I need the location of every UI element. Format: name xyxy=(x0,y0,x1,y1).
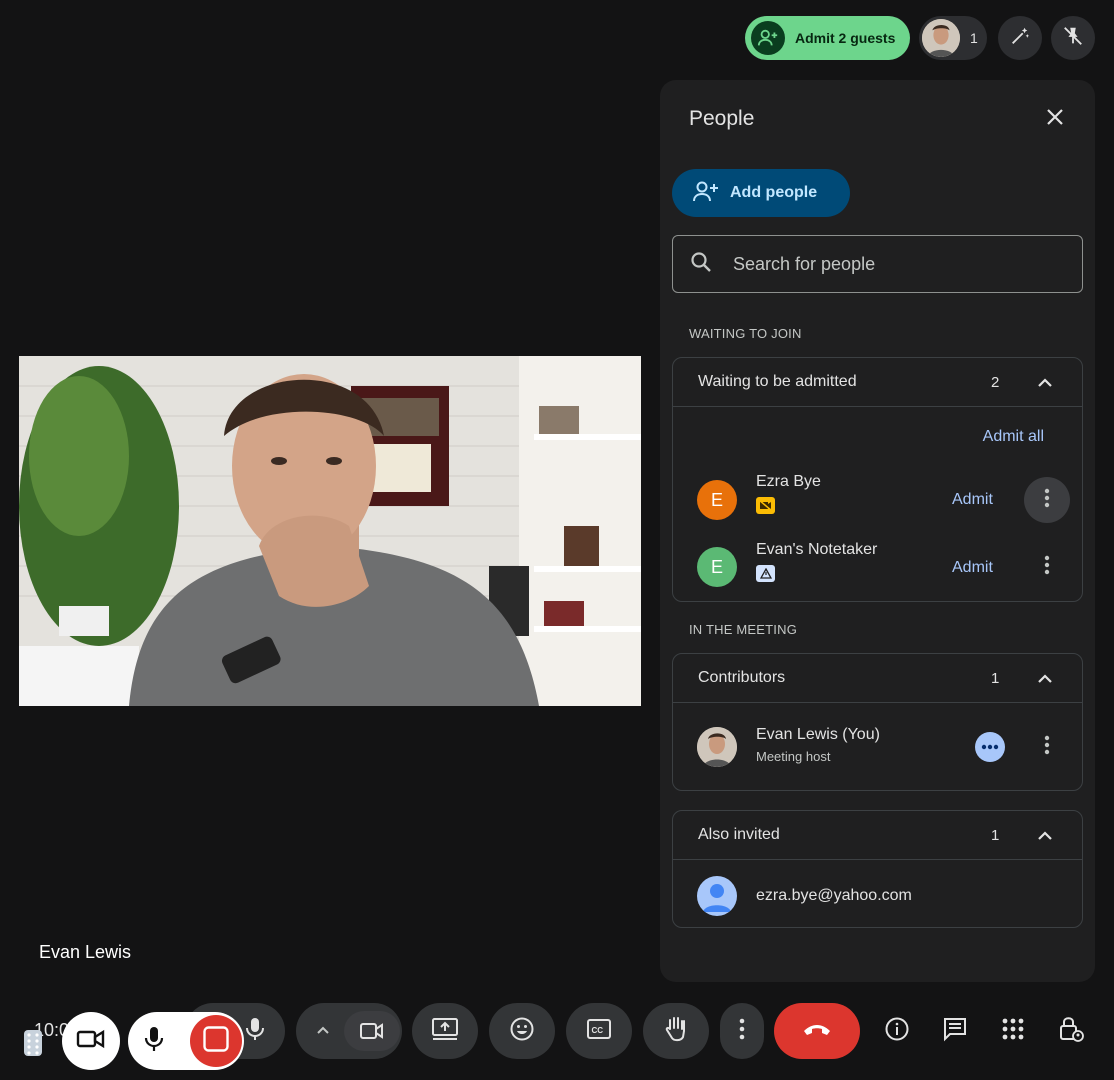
raise-hand-icon xyxy=(664,1015,688,1048)
chat-button[interactable] xyxy=(932,1008,978,1054)
invited-card: Also invited 1 ezra.bye@yahoo.com xyxy=(672,810,1083,928)
invited-card-title: Also invited xyxy=(698,826,780,843)
more-options-icon xyxy=(739,1018,745,1045)
waiting-count: 2 xyxy=(991,373,1000,391)
list-item: Evan Lewis (You) Meeting host xyxy=(673,718,1082,778)
more-options-button[interactable] xyxy=(720,1003,764,1059)
drag-handle-icon[interactable] xyxy=(24,1030,42,1056)
avatar: E xyxy=(697,480,737,520)
recorder-camera-button[interactable] xyxy=(62,1012,120,1070)
participant-count: 1 xyxy=(970,30,978,46)
guest-name: Evan's Notetaker xyxy=(756,541,878,558)
more-horiz-icon[interactable] xyxy=(975,732,1005,762)
avatar xyxy=(922,19,960,57)
guest-name: Ezra Bye xyxy=(756,473,821,490)
search-placeholder: Search for people xyxy=(733,253,876,274)
emoji-icon xyxy=(509,1016,535,1047)
waiting-section-label: WAITING TO JOIN xyxy=(689,326,802,341)
add-people-label: Add people xyxy=(730,184,818,201)
add-people-button[interactable]: Add people xyxy=(672,169,850,217)
avatar xyxy=(697,876,737,916)
avatar: E xyxy=(697,547,737,587)
invited-count: 1 xyxy=(991,826,1000,844)
person-add-icon xyxy=(751,21,785,55)
chevron-up-icon[interactable] xyxy=(1035,373,1055,398)
host-controls-icon xyxy=(1058,1015,1084,1048)
end-call-button[interactable] xyxy=(774,1003,860,1059)
invited-card-header[interactable]: Also invited 1 xyxy=(673,811,1082,860)
emoji-button[interactable] xyxy=(489,1003,555,1059)
people-panel: People Add people Search for people WAIT… xyxy=(660,80,1095,982)
list-item: E Evan's Notetaker Admit xyxy=(673,538,1082,598)
raise-hand-button[interactable] xyxy=(643,1003,709,1059)
edit-sparkle-button[interactable] xyxy=(998,16,1042,60)
meeting-section-label: IN THE MEETING xyxy=(689,622,798,637)
close-panel-button[interactable] xyxy=(1040,104,1070,134)
pin-off-button[interactable] xyxy=(1051,16,1095,60)
admit-button[interactable]: Admit xyxy=(952,491,993,509)
list-item: ezra.bye@yahoo.com xyxy=(673,868,1082,928)
camera-control xyxy=(296,1003,402,1059)
contributors-card-header[interactable]: Contributors 1 xyxy=(673,654,1082,703)
present-screen-icon xyxy=(431,1017,459,1046)
info-icon xyxy=(884,1016,910,1047)
list-item: E Ezra Bye Admit xyxy=(673,470,1082,530)
chat-icon xyxy=(942,1016,968,1047)
contributors-count: 1 xyxy=(991,669,1000,687)
camera-icon[interactable] xyxy=(344,1011,400,1051)
chevron-up-icon[interactable] xyxy=(1035,669,1055,694)
admit-all-button[interactable]: Admit all xyxy=(983,428,1044,446)
waiting-card-title: Waiting to be admitted xyxy=(698,373,857,390)
end-call-icon xyxy=(802,1022,832,1041)
contributors-card-title: Contributors xyxy=(698,669,786,686)
waiting-card-header[interactable]: Waiting to be admitted 2 xyxy=(673,358,1082,407)
panel-title: People xyxy=(689,107,755,130)
admit-guests-button[interactable]: Admit 2 guests xyxy=(745,16,910,60)
more-vert-icon xyxy=(1044,488,1050,513)
more-options-button[interactable] xyxy=(1024,477,1070,523)
warning-icon xyxy=(756,565,775,582)
search-icon xyxy=(689,250,713,279)
admit-button[interactable]: Admit xyxy=(952,559,993,577)
stop-icon xyxy=(203,1025,229,1057)
captions-icon: CC xyxy=(587,1018,611,1044)
chevron-up-icon[interactable] xyxy=(1035,826,1055,851)
svg-text:CC: CC xyxy=(592,1026,604,1035)
activities-icon xyxy=(1002,1018,1024,1045)
close-icon xyxy=(1045,107,1065,132)
more-vert-icon xyxy=(1044,735,1050,760)
participant-video xyxy=(19,356,641,706)
more-options-button[interactable] xyxy=(1024,724,1070,770)
camera-off-icon xyxy=(756,497,775,514)
host-controls-button[interactable] xyxy=(1048,1008,1094,1054)
more-vert-icon xyxy=(1044,555,1050,580)
admit-guests-label: Admit 2 guests xyxy=(795,30,896,46)
activities-button[interactable] xyxy=(990,1008,1036,1054)
member-name: Evan Lewis (You) xyxy=(756,726,880,743)
avatar xyxy=(697,727,737,767)
stop-recording-button[interactable] xyxy=(190,1015,242,1067)
participants-button[interactable]: 1 xyxy=(919,16,987,60)
person-add-icon xyxy=(692,180,730,207)
member-role: Meeting host xyxy=(756,749,831,764)
video-tile xyxy=(19,356,641,706)
more-options-button[interactable] xyxy=(1024,544,1070,590)
pin-off-icon xyxy=(1062,25,1084,52)
edit-sparkle-icon xyxy=(1009,25,1031,52)
invitee-email: ezra.bye@yahoo.com xyxy=(756,887,912,904)
microphone-icon xyxy=(142,1025,166,1058)
info-button[interactable] xyxy=(874,1008,920,1054)
present-screen-button[interactable] xyxy=(412,1003,478,1059)
chevron-up-icon[interactable] xyxy=(316,1023,330,1042)
camera-icon xyxy=(76,1028,106,1055)
contributors-card: Contributors 1 Evan Lewis (You) Meeting … xyxy=(672,653,1083,791)
captions-button[interactable]: CC xyxy=(566,1003,632,1059)
microphone-icon xyxy=(244,1017,266,1046)
search-input[interactable]: Search for people xyxy=(672,235,1083,293)
waiting-card: Waiting to be admitted 2 Admit all E Ezr… xyxy=(672,357,1083,602)
self-name-label: Evan Lewis xyxy=(39,942,132,962)
